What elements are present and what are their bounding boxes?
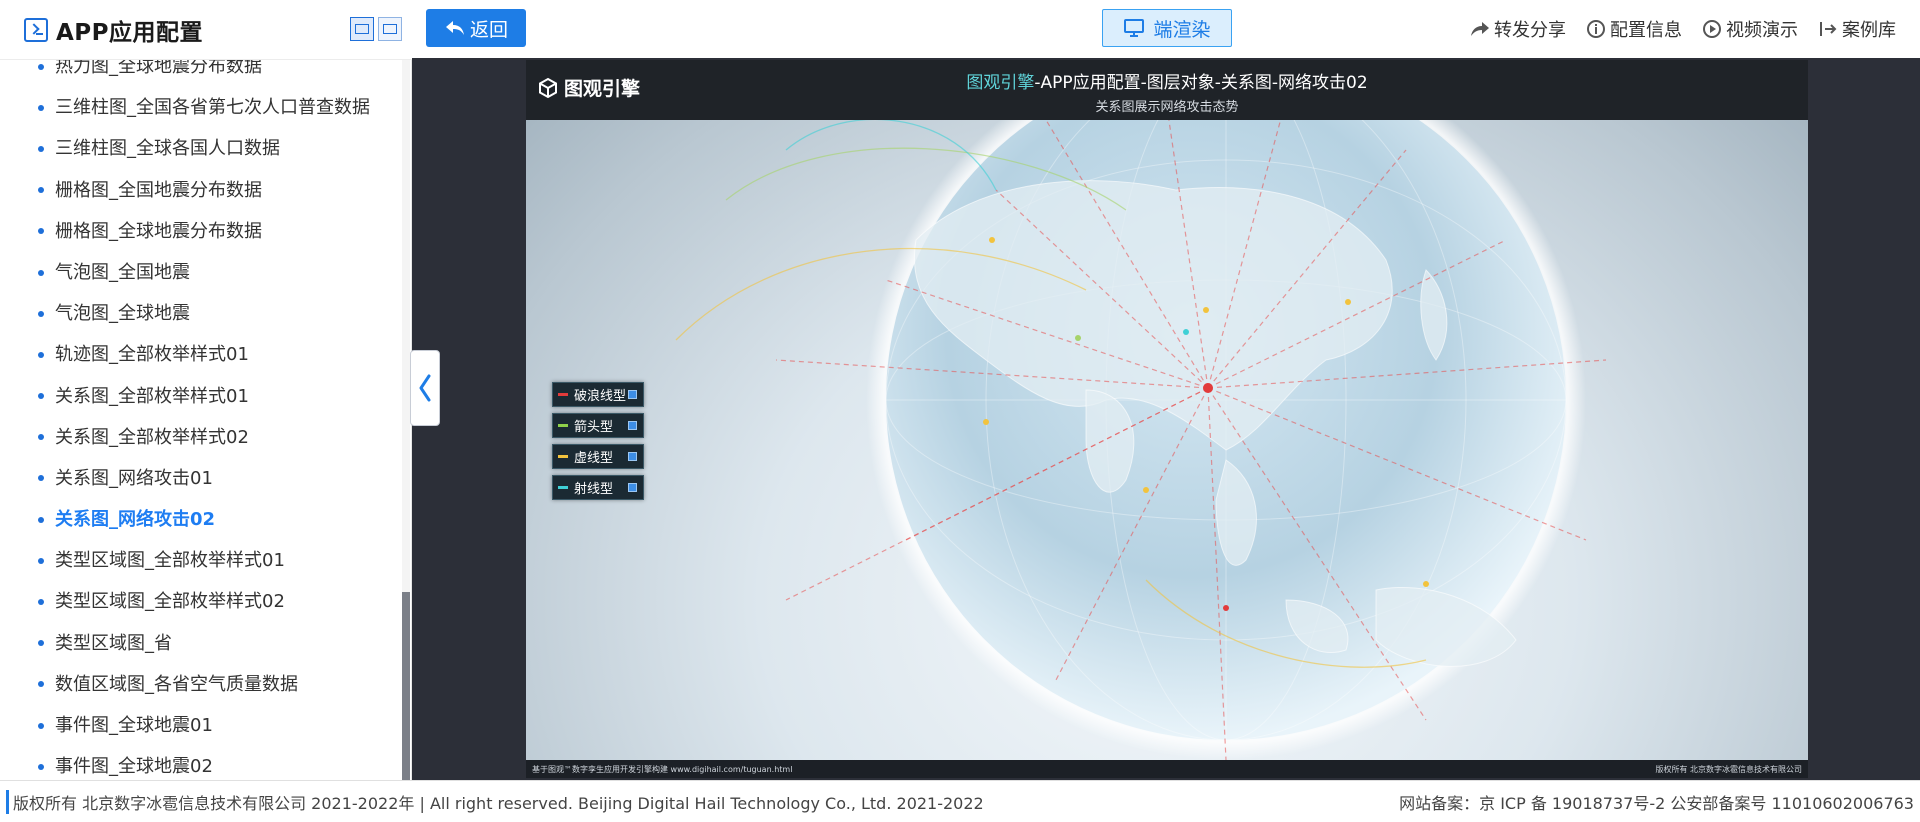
- legend-item[interactable]: 虚线型: [552, 444, 644, 469]
- share-link-label: 转发分享: [1494, 20, 1566, 41]
- copyright-text: 版权所有 北京数字冰雹信息技术有限公司 2021-2022年 | All rig…: [6, 789, 984, 814]
- play-icon: [1703, 20, 1721, 38]
- legend-checkbox[interactable]: [628, 390, 637, 399]
- sidebar-item[interactable]: 关系图_网络攻击01: [0, 458, 400, 499]
- config-info-link[interactable]: 配置信息: [1586, 16, 1682, 42]
- terminal-icon: [24, 17, 48, 42]
- image-view-icon[interactable]: [378, 17, 402, 41]
- share-icon: [1471, 22, 1489, 36]
- legend-label: 虚线型: [574, 451, 614, 466]
- scene-title-rest: -APP应用配置-图层对象-关系图-网络攻击02: [1034, 73, 1368, 93]
- legend-swatch: [558, 393, 568, 396]
- globe-scene[interactable]: 图观引擎 图观引擎-APP应用配置-图层对象-关系图-网络攻击02 关系图展示网…: [526, 60, 1808, 778]
- scene-footer-left: 基于图观™数字孪生应用开发引擎构建 www.digihail.com/tugua…: [532, 764, 793, 774]
- scene-footer: 基于图观™数字孪生应用开发引擎构建 www.digihail.com/tugua…: [526, 760, 1808, 778]
- topbar: 返回 端渲染 转发分享 配置信息 视频演示 案例库: [412, 0, 1920, 58]
- scene-title-highlight: 图观引擎: [966, 73, 1035, 93]
- line-type-legend: 破浪线型箭头型虚线型射线型: [552, 382, 644, 500]
- sidebar-item[interactable]: 气泡图_全球地震: [0, 293, 400, 334]
- share-link[interactable]: 转发分享: [1470, 16, 1566, 42]
- render-button[interactable]: 端渲染: [1102, 9, 1232, 47]
- sidebar: 热力图_全球地震分布数据 三维柱图_全国各省第七次人口普查数据 三维柱图_全球各国人…: [0, 0, 412, 780]
- legend-checkbox[interactable]: [628, 452, 637, 461]
- sidebar-item[interactable]: 栅格图_全国地震分布数据: [0, 170, 400, 211]
- back-arrow-icon: [445, 21, 464, 35]
- sidebar-scrollbar-thumb[interactable]: [402, 592, 410, 780]
- legend-label: 射线型: [574, 482, 614, 497]
- sidebar-item[interactable]: 关系图_全部枚举样式01: [0, 376, 400, 417]
- sidebar-item[interactable]: 关系图_网络攻击02: [0, 499, 400, 540]
- chevron-left-icon: [419, 374, 431, 402]
- render-button-label: 端渲染: [1153, 18, 1211, 41]
- sidebar-item[interactable]: 类型区域图_全部枚举样式01: [0, 540, 400, 581]
- video-demo-link-label: 视频演示: [1726, 20, 1798, 41]
- sidebar-item[interactable]: 气泡图_全国地震: [0, 252, 400, 293]
- sidebar-item[interactable]: 轨迹图_全部枚举样式01: [0, 334, 400, 375]
- sidebar-item[interactable]: 事件图_全球地震02: [0, 746, 400, 780]
- config-info-link-label: 配置信息: [1610, 20, 1682, 41]
- scene-subtitle: 关系图展示网络攻击态势: [1095, 100, 1239, 115]
- legend-item[interactable]: 射线型: [552, 475, 644, 500]
- view-toggle: [350, 17, 402, 41]
- viewer-panel: 图观引擎 图观引擎-APP应用配置-图层对象-关系图-网络攻击02 关系图展示网…: [412, 58, 1920, 780]
- sidebar-item[interactable]: 三维柱图_全国各省第七次人口普查数据: [0, 87, 400, 128]
- legend-swatch: [558, 455, 568, 458]
- sidebar-item[interactable]: 栅格图_全球地震分布数据: [0, 211, 400, 252]
- sidebar-list: 热力图_全球地震分布数据 三维柱图_全国各省第七次人口普查数据 三维柱图_全球各国人…: [0, 46, 400, 780]
- sidebar-item[interactable]: 类型区域图_省: [0, 623, 400, 664]
- monitor-icon: [1124, 19, 1145, 37]
- legend-label: 破浪线型: [574, 389, 627, 404]
- case-library-link[interactable]: 案例库: [1818, 16, 1896, 42]
- case-library-link-label: 案例库: [1842, 20, 1896, 41]
- app-root: 热力图_全球地震分布数据 三维柱图_全国各省第七次人口普查数据 三维柱图_全球各国人…: [0, 0, 1920, 822]
- sidebar-item[interactable]: 类型区域图_全部枚举样式02: [0, 581, 400, 622]
- legend-swatch: [558, 424, 568, 427]
- legend-item[interactable]: 破浪线型: [552, 382, 644, 407]
- sidebar-title: APP应用配置: [56, 19, 204, 46]
- page-footer: 版权所有 北京数字冰雹信息技术有限公司 2021-2022年 | All rig…: [0, 780, 1920, 822]
- sidebar-item[interactable]: 事件图_全球地震01: [0, 705, 400, 746]
- legend-item[interactable]: 箭头型: [552, 413, 644, 438]
- scene-header: 图观引擎 图观引擎-APP应用配置-图层对象-关系图-网络攻击02 关系图展示网…: [526, 60, 1808, 120]
- back-button-label: 返回: [469, 18, 508, 41]
- legend-swatch: [558, 486, 568, 489]
- collapse-sidebar-button[interactable]: [410, 350, 440, 426]
- scene-title: 图观引擎-APP应用配置-图层对象-关系图-网络攻击02: [526, 68, 1808, 93]
- sidebar-item[interactable]: 关系图_全部枚举样式02: [0, 417, 400, 458]
- sidebar-header: APP应用配置: [0, 0, 412, 60]
- info-icon: [1587, 20, 1605, 38]
- back-button[interactable]: 返回: [426, 9, 526, 47]
- sidebar-item[interactable]: 数值区域图_各省空气质量数据: [0, 664, 400, 705]
- legend-checkbox[interactable]: [628, 421, 637, 430]
- icp-text: 网站备案：京 ICP 备 19018737号-2 公安部备案号 11010602…: [1399, 793, 1914, 813]
- video-demo-link[interactable]: 视频演示: [1702, 16, 1798, 42]
- export-icon: [1820, 22, 1837, 36]
- legend-checkbox[interactable]: [628, 483, 637, 492]
- list-view-icon[interactable]: [350, 17, 374, 41]
- globe-canvas[interactable]: [526, 60, 1808, 778]
- legend-label: 箭头型: [574, 420, 614, 435]
- scene-footer-right: 版权所有 北京数字冰雹信息技术有限公司: [1655, 764, 1802, 774]
- top-links: 转发分享 配置信息 视频演示 案例库: [1470, 0, 1896, 58]
- sidebar-item[interactable]: 三维柱图_全球各国人口数据: [0, 128, 400, 169]
